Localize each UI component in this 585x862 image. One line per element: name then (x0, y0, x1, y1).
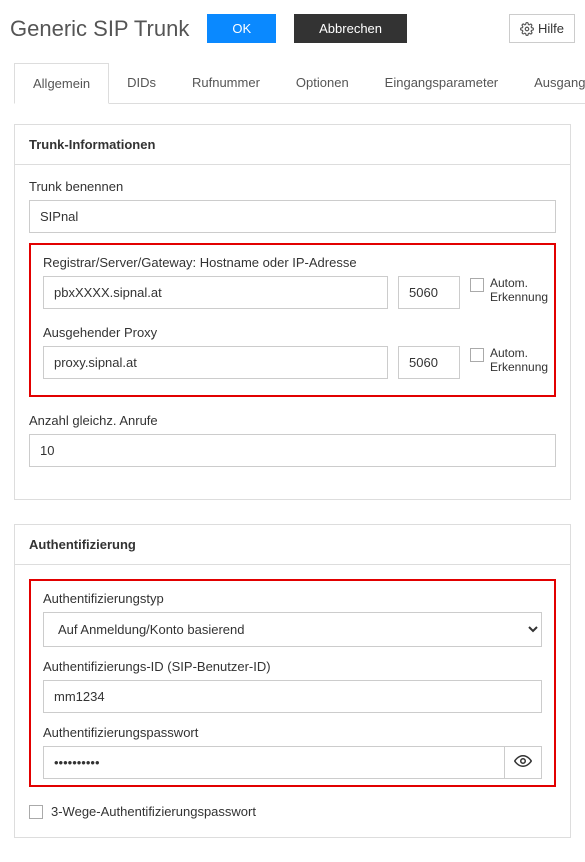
panel-auth: Authentifizierung Authentifizierungstyp … (14, 524, 571, 838)
registrar-host-input[interactable] (43, 276, 388, 309)
tab-eingangsparameter[interactable]: Eingangsparameter (367, 63, 516, 103)
concurrent-calls-label: Anzahl gleichz. Anrufe (29, 413, 556, 428)
highlight-auth: Authentifizierungstyp Auf Anmeldung/Kont… (29, 579, 556, 787)
registrar-port-input[interactable] (398, 276, 460, 309)
proxy-port-input[interactable] (398, 346, 460, 379)
tab-allgemein[interactable]: Allgemein (14, 63, 109, 104)
registrar-autodetect[interactable]: Autom. Erkennung (470, 276, 542, 304)
page-title: Generic SIP Trunk (10, 16, 189, 42)
registrar-autodetect-label: Autom. Erkennung (490, 276, 548, 304)
proxy-host-input[interactable] (43, 346, 388, 379)
auth-type-label: Authentifizierungstyp (43, 591, 542, 606)
panel-trunk-info: Trunk-Informationen Trunk benennen Regis… (14, 124, 571, 500)
tab-ausgangsparameter[interactable]: Ausgangsparameter (516, 63, 585, 103)
auth-id-input[interactable] (43, 680, 542, 713)
registrar-label: Registrar/Server/Gateway: Hostname oder … (43, 255, 542, 270)
panel-trunk-title: Trunk-Informationen (15, 125, 570, 165)
threeway-auth-label: 3-Wege-Authentifizierungspasswort (51, 804, 256, 819)
help-button[interactable]: Hilfe (509, 14, 575, 43)
ok-button[interactable]: OK (207, 14, 276, 43)
auth-pw-input[interactable] (43, 746, 504, 779)
proxy-label: Ausgehender Proxy (43, 325, 542, 340)
toggle-password-visibility[interactable] (504, 746, 542, 779)
auth-type-select[interactable]: Auf Anmeldung/Konto basierend (43, 612, 542, 647)
trunk-name-input[interactable] (29, 200, 556, 233)
trunk-name-label: Trunk benennen (29, 179, 556, 194)
highlight-registrar-proxy: Registrar/Server/Gateway: Hostname oder … (29, 243, 556, 397)
checkbox-icon[interactable] (470, 348, 484, 362)
auth-id-label: Authentifizierungs-ID (SIP-Benutzer-ID) (43, 659, 542, 674)
proxy-autodetect-label: Autom. Erkennung (490, 346, 548, 374)
checkbox-icon[interactable] (470, 278, 484, 292)
tab-dids[interactable]: DIDs (109, 63, 174, 103)
gear-icon (520, 22, 534, 36)
proxy-autodetect[interactable]: Autom. Erkennung (470, 346, 542, 374)
checkbox-icon[interactable] (29, 805, 43, 819)
help-label: Hilfe (538, 21, 564, 36)
cancel-button[interactable]: Abbrechen (294, 14, 407, 43)
panel-auth-title: Authentifizierung (15, 525, 570, 565)
tab-rufnummer[interactable]: Rufnummer (174, 63, 278, 103)
concurrent-calls-input[interactable] (29, 434, 556, 467)
threeway-auth[interactable]: 3-Wege-Authentifizierungspasswort (29, 803, 556, 819)
tabs: Allgemein DIDs Rufnummer Optionen Eingan… (14, 63, 585, 104)
eye-icon (514, 752, 532, 773)
tab-optionen[interactable]: Optionen (278, 63, 367, 103)
auth-pw-label: Authentifizierungspasswort (43, 725, 542, 740)
